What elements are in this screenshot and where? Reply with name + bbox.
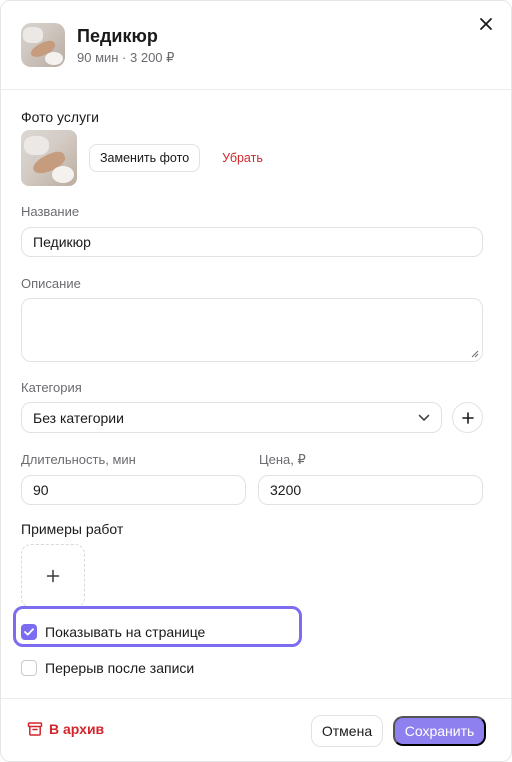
- plus-icon: [46, 569, 60, 583]
- photo-row: Заменить фото Убрать: [21, 130, 263, 186]
- break-after-option[interactable]: Перерыв после записи: [21, 660, 194, 676]
- name-input[interactable]: Педикюр: [21, 227, 483, 257]
- resize-grip-icon[interactable]: [471, 350, 479, 358]
- price-input[interactable]: 3200: [258, 475, 483, 505]
- photo-section-title: Фото услуги: [21, 109, 99, 125]
- category-selected-value: Без категории: [33, 409, 124, 426]
- add-category-button[interactable]: [452, 402, 483, 433]
- archive-button[interactable]: В архив: [27, 721, 104, 737]
- break-after-checkbox[interactable]: [21, 660, 37, 676]
- save-button[interactable]: Сохранить: [393, 716, 486, 746]
- archive-label: В архив: [49, 721, 105, 737]
- service-title: Педикюр: [77, 25, 158, 46]
- modal-header: Педикюр 90 мин · 3 200 ₽: [21, 23, 174, 67]
- replace-photo-button[interactable]: Заменить фото: [89, 144, 201, 172]
- checkmark-icon: [24, 628, 34, 636]
- add-example-button[interactable]: [21, 544, 85, 608]
- chevron-down-icon: [418, 414, 430, 421]
- duration-label: Длительность, мин: [21, 452, 136, 467]
- examples-section-title: Примеры работ: [21, 521, 124, 537]
- remove-photo-link[interactable]: Убрать: [222, 151, 263, 165]
- plus-icon: [461, 411, 474, 424]
- category-label: Категория: [21, 380, 82, 395]
- close-button[interactable]: [475, 13, 497, 35]
- show-on-page-label: Показывать на странице: [45, 624, 206, 640]
- service-thumbnail: [21, 23, 65, 67]
- service-photo: [21, 130, 77, 186]
- category-select[interactable]: Без категории: [21, 402, 442, 433]
- show-on-page-checkbox[interactable]: [21, 624, 37, 640]
- service-summary: 90 мин · 3 200 ₽: [77, 49, 175, 65]
- description-textarea[interactable]: [21, 298, 483, 362]
- price-label: Цена, ₽: [259, 452, 306, 467]
- description-label: Описание: [21, 276, 81, 291]
- name-label: Название: [21, 204, 80, 219]
- break-after-label: Перерыв после записи: [45, 660, 195, 676]
- cancel-button[interactable]: Отмена: [311, 715, 383, 747]
- archive-box-icon: [27, 722, 43, 736]
- edit-service-modal: Педикюр 90 мин · 3 200 ₽ Фото услуги Зам…: [0, 0, 512, 762]
- footer-divider: [1, 698, 511, 699]
- header-divider: [1, 89, 511, 90]
- show-on-page-option[interactable]: Показывать на странице: [21, 624, 205, 640]
- close-icon: [480, 18, 492, 30]
- duration-input[interactable]: 90: [21, 475, 246, 505]
